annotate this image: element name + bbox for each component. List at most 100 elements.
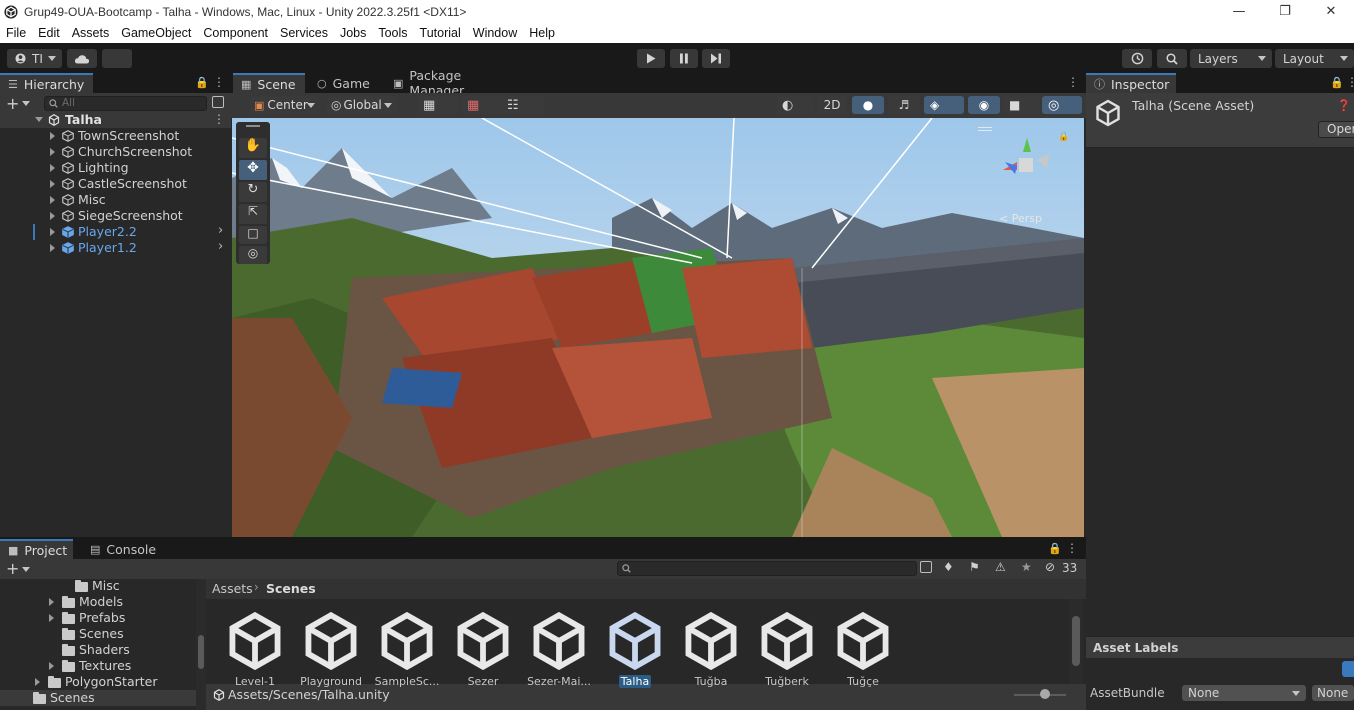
folder-tree-item[interactable]: Misc <box>0 578 196 594</box>
hierarchy-search-input[interactable]: All <box>44 96 207 111</box>
expand-arrow-icon[interactable] <box>50 212 55 220</box>
layout-dropdown[interactable]: Layout <box>1275 49 1354 68</box>
scene-viewport[interactable]: ✋ ✥ ↻ ⇱ □ ◎ < Persp 🔒 <box>232 118 1084 537</box>
open-prefab-chevron-icon[interactable]: › <box>218 239 223 254</box>
filter-type-icon[interactable]: ♦ <box>943 560 954 574</box>
tab-console[interactable]: ▤ Console <box>82 539 162 559</box>
drag-handle-icon[interactable] <box>978 127 992 128</box>
menu-gameobject[interactable]: GameObject <box>115 26 197 40</box>
step-button[interactable] <box>702 49 730 68</box>
breadcrumb-scenes[interactable]: Scenes <box>266 581 316 596</box>
menu-tools[interactable]: Tools <box>372 26 413 40</box>
drag-handle-icon[interactable] <box>246 125 260 127</box>
expand-arrow-icon[interactable] <box>35 117 43 122</box>
increment-snap-dropdown[interactable]: ☷ <box>502 96 544 114</box>
move-tool-button[interactable]: ✥ <box>239 160 267 180</box>
gizmos-dropdown[interactable]: ◎ <box>1042 96 1082 114</box>
assetbundle-variant-dropdown[interactable]: None <box>1312 685 1354 701</box>
audio-toggle-button[interactable]: ♬ <box>888 96 920 114</box>
folder-tree-item[interactable]: Scenes <box>0 626 196 642</box>
transform-tool-button[interactable]: ◎ <box>239 246 267 264</box>
hierarchy-item[interactable]: SiegeScreenshot <box>0 208 231 224</box>
folder-tree-item[interactable]: Textures <box>0 658 196 674</box>
rect-tool-button[interactable]: □ <box>239 226 267 244</box>
expand-arrow-icon[interactable] <box>49 662 54 670</box>
menu-help[interactable]: Help <box>523 26 561 40</box>
hierarchy-item[interactable]: Misc <box>0 192 231 208</box>
cloud-button[interactable] <box>67 49 97 68</box>
folder-tree-item[interactable]: Prefabs <box>0 610 196 626</box>
open-button[interactable]: Open <box>1318 121 1354 138</box>
projection-label[interactable]: < Persp <box>999 212 1042 225</box>
hidden-packages-icon[interactable]: ⊘ <box>1045 560 1055 574</box>
search-by-type-icon[interactable] <box>920 561 932 573</box>
lock-icon[interactable]: 🔒 <box>1330 76 1344 89</box>
kebab-menu-icon[interactable]: ⋮ <box>1346 75 1354 89</box>
expand-arrow-icon[interactable] <box>50 196 55 204</box>
drag-handle-icon[interactable] <box>978 130 992 131</box>
hierarchy-item[interactable]: ChurchScreenshot <box>0 144 231 160</box>
search-button[interactable] <box>1157 49 1187 68</box>
menu-window[interactable]: Window <box>467 26 523 40</box>
tab-project[interactable]: ■ Project <box>0 539 73 559</box>
tab-scene[interactable]: ▦ Scene <box>233 73 305 93</box>
rotate-tool-button[interactable]: ↻ <box>239 182 267 202</box>
expand-arrow-icon[interactable] <box>49 614 54 622</box>
hierarchy-item[interactable]: Player1.2 › <box>0 239 231 256</box>
lock-icon[interactable]: 🔒 <box>195 76 209 89</box>
expand-arrow-icon[interactable] <box>35 678 40 686</box>
menu-jobs[interactable]: Jobs <box>334 26 372 40</box>
warning-filter-icon[interactable]: ⚠ <box>995 560 1006 574</box>
hierarchy-item[interactable]: CastleScreenshot <box>0 176 231 192</box>
lock-icon[interactable]: 🔒 <box>1058 132 1069 142</box>
hidden-objects-toggle[interactable]: ◉ <box>968 96 1000 114</box>
camera-dropdown[interactable]: ■ <box>1004 96 1040 114</box>
expand-arrow-icon[interactable] <box>50 164 55 172</box>
asset-scrollbar[interactable] <box>1069 599 1083 684</box>
kebab-menu-icon[interactable]: ⋮ <box>1067 75 1079 89</box>
tab-game[interactable]: ○ Game <box>309 73 381 93</box>
expand-arrow-icon[interactable] <box>50 244 55 252</box>
expand-arrow-icon[interactable] <box>49 598 54 606</box>
kebab-menu-icon[interactable]: ⋮ <box>213 112 225 126</box>
icon-size-slider-handle[interactable] <box>1040 689 1050 699</box>
scrollbar-thumb[interactable] <box>1072 616 1080 666</box>
breadcrumb-assets[interactable]: Assets <box>212 581 253 596</box>
label-tag-icon[interactable] <box>1342 661 1354 677</box>
space-dropdown[interactable]: ◎ Global <box>327 96 397 114</box>
expand-arrow-icon[interactable] <box>50 180 55 188</box>
menu-component[interactable]: Component <box>197 26 274 40</box>
restore-button[interactable]: ❐ <box>1262 0 1308 23</box>
collab-button[interactable] <box>102 49 132 68</box>
scrollbar-thumb[interactable] <box>198 635 204 669</box>
close-button[interactable]: ✕ <box>1308 0 1354 23</box>
kebab-menu-icon[interactable]: ⋮ <box>1066 541 1078 555</box>
hand-tool-button[interactable]: ✋ <box>239 138 267 158</box>
hierarchy-item[interactable]: TownScreenshot <box>0 128 231 144</box>
chevron-down-icon[interactable] <box>22 101 30 106</box>
lock-icon[interactable]: 🔒 <box>1048 542 1062 555</box>
scale-tool-button[interactable]: ⇱ <box>239 204 267 224</box>
tab-package-manager[interactable]: ▣ Package Manager <box>385 68 521 98</box>
pause-button[interactable] <box>670 49 698 68</box>
scene-visibility-icon[interactable] <box>212 96 224 108</box>
expand-arrow-icon[interactable] <box>50 132 55 140</box>
help-icon[interactable]: ❓ <box>1337 99 1351 112</box>
pivot-dropdown[interactable]: ▣ Center <box>250 96 320 114</box>
folder-tree-item[interactable]: Models <box>0 594 196 610</box>
draw-mode-dropdown[interactable]: ◐ <box>777 96 813 114</box>
hierarchy-item[interactable]: Lighting <box>0 160 231 176</box>
kebab-menu-icon[interactable]: ⋮ <box>213 75 225 89</box>
folder-tree-item[interactable]: PolygonStarter <box>0 674 196 690</box>
tab-inspector[interactable]: ⓘ Inspector <box>1086 73 1176 93</box>
account-dropdown[interactable]: TI <box>7 49 62 68</box>
favorite-star-icon[interactable]: ★ <box>1021 560 1032 574</box>
undo-history-button[interactable] <box>1122 49 1152 68</box>
label-filter-icon[interactable]: ⚑ <box>969 560 980 574</box>
folder-tree-item[interactable]: Shaders <box>0 642 196 658</box>
tree-scrollbar[interactable] <box>196 579 206 710</box>
open-prefab-chevron-icon[interactable]: › <box>218 223 223 238</box>
grid-toggle-dropdown[interactable]: ▦ <box>462 96 502 114</box>
assetbundle-name-dropdown[interactable]: None <box>1182 685 1306 701</box>
expand-arrow-icon[interactable] <box>50 228 55 236</box>
